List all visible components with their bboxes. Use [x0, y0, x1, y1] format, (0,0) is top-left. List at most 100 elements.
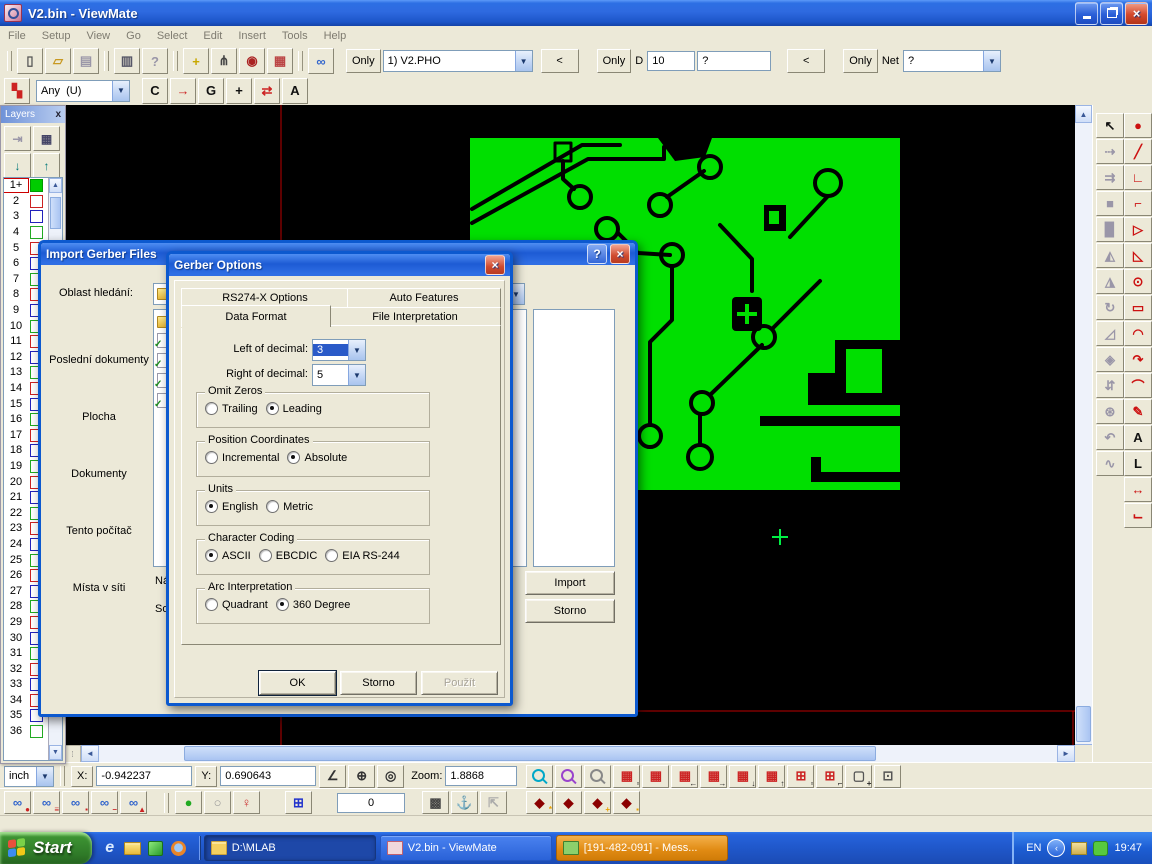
- place-recent-documents[interactable]: Poslední dokumenty: [49, 318, 149, 366]
- radio-option[interactable]: Absolute: [287, 451, 347, 464]
- restore-button[interactable]: [1100, 2, 1123, 25]
- radio-option[interactable]: EIA RS-244: [325, 549, 399, 562]
- layer-color-swatch[interactable]: [30, 725, 43, 738]
- draw-circle-icon[interactable]: ⊙: [1124, 269, 1152, 294]
- radio-icon[interactable]: [266, 500, 279, 513]
- layer-color-swatch[interactable]: [30, 179, 43, 192]
- highlight-on-button[interactable]: ●: [175, 791, 202, 814]
- gerber-dialog-titlebar[interactable]: Gerber Options ×: [169, 254, 510, 276]
- draw-rect-icon[interactable]: ▭: [1124, 295, 1152, 320]
- chevron-down-icon[interactable]: ▼: [983, 51, 1000, 71]
- radio-icon[interactable]: [287, 451, 300, 464]
- draw-line-icon[interactable]: ╱: [1124, 139, 1152, 164]
- apply-button[interactable]: Použít: [421, 671, 498, 695]
- pad-pattern-icon[interactable]: ▚: [4, 78, 30, 104]
- scroll-up-icon[interactable]: ▲: [49, 178, 62, 193]
- radio-option[interactable]: 360 Degree: [276, 598, 351, 611]
- view-lines-button[interactable]: ∞≡: [33, 791, 60, 814]
- move-item-icon[interactable]: ⇢: [1096, 139, 1124, 164]
- print-icon[interactable]: ▥: [114, 48, 140, 74]
- menu-item[interactable]: Insert: [230, 28, 274, 44]
- vscroll-thumb[interactable]: [1076, 706, 1091, 742]
- grid-table-button[interactable]: ⊞: [285, 791, 312, 814]
- zoom-grid-button[interactable]: [555, 765, 582, 788]
- radio-icon[interactable]: [205, 549, 218, 562]
- open-file-icon[interactable]: ▱: [45, 48, 71, 74]
- layer-color-swatch[interactable]: [30, 195, 43, 208]
- tab-data-format[interactable]: Data Format: [181, 305, 331, 327]
- mirror-v-icon[interactable]: ◮: [1096, 269, 1124, 294]
- zoom-in-button[interactable]: [526, 765, 553, 788]
- rotate-icon[interactable]: ↻: [1096, 295, 1124, 320]
- view-dcodes-button[interactable]: ∞●: [4, 791, 31, 814]
- scroll-left-icon[interactable]: ◄: [81, 745, 99, 762]
- save-icon[interactable]: ▤: [73, 48, 99, 74]
- ok-button[interactable]: OK: [259, 671, 336, 695]
- menu-item[interactable]: Go: [118, 28, 149, 44]
- curve-nodes-icon[interactable]: ∿: [1096, 451, 1124, 476]
- place-documents[interactable]: Dokumenty: [49, 432, 149, 480]
- probe-button[interactable]: ♀: [233, 791, 260, 814]
- menu-item[interactable]: View: [78, 28, 118, 44]
- draw-arrow-icon[interactable]: ▷: [1124, 217, 1152, 242]
- layers-panel-title[interactable]: Layers x: [1, 106, 65, 123]
- vertical-scrollbar[interactable]: ▲ ▼: [1075, 105, 1092, 762]
- stretch-button[interactable]: ⇱: [480, 791, 507, 814]
- menu-item[interactable]: Tools: [274, 28, 316, 44]
- radio-icon[interactable]: [259, 549, 272, 562]
- draw-polyline-icon[interactable]: ∟: [1124, 165, 1152, 190]
- layers-close-icon[interactable]: x: [55, 109, 61, 120]
- draw-curve-icon[interactable]: ↷: [1124, 347, 1152, 372]
- only-layer-button[interactable]: Only: [346, 49, 381, 73]
- close-button[interactable]: ×: [485, 255, 505, 275]
- task-messenger[interactable]: [191-482-091] - Mess...: [556, 835, 728, 861]
- radio-option[interactable]: Incremental: [205, 451, 279, 464]
- task-viewmate[interactable]: V2.bin - ViewMate: [380, 835, 552, 861]
- aperture-wizard-icon[interactable]: +: [183, 48, 209, 74]
- layer-color-swatch[interactable]: [30, 210, 43, 223]
- add-cross-button[interactable]: +: [226, 78, 252, 104]
- radio-icon[interactable]: [325, 549, 338, 562]
- only-net-button[interactable]: Only: [843, 49, 878, 73]
- only-dcode-button[interactable]: Only: [597, 49, 632, 73]
- start-button[interactable]: Start: [0, 832, 92, 864]
- import-button[interactable]: Import: [525, 571, 615, 595]
- radio-icon[interactable]: [276, 598, 289, 611]
- pan-right-button[interactable]: ▦→: [700, 765, 727, 788]
- radio-option[interactable]: English: [205, 500, 258, 513]
- view-traces-button[interactable]: ∞–: [91, 791, 118, 814]
- radio-icon[interactable]: [205, 451, 218, 464]
- tray-app-icon[interactable]: [1093, 841, 1108, 856]
- pad-scratch-button[interactable]: ◆+: [584, 791, 611, 814]
- anchor-button[interactable]: ⚓: [451, 791, 478, 814]
- language-indicator[interactable]: EN: [1026, 842, 1041, 854]
- net-select[interactable]: ? ▼: [903, 50, 1001, 72]
- hscroll-thumb[interactable]: [184, 746, 876, 761]
- radio-option[interactable]: Metric: [266, 500, 313, 513]
- quick-launch-help[interactable]: [146, 838, 166, 858]
- step-repeat-icon[interactable]: ⇵: [1096, 373, 1124, 398]
- flash-pad-button[interactable]: ◆*: [526, 791, 553, 814]
- dcode-filter-input[interactable]: ?: [697, 51, 771, 71]
- title-bar[interactable]: V2.bin - ViewMate ×: [0, 0, 1152, 26]
- left-of-decimal-select[interactable]: 3 ▼: [312, 339, 366, 361]
- select-pads-button[interactable]: ⊡: [874, 765, 901, 788]
- view-fills-button[interactable]: ∞▲: [120, 791, 147, 814]
- draw-bezier-icon[interactable]: ⌒: [1124, 373, 1152, 398]
- menu-item[interactable]: File: [0, 28, 34, 44]
- radio-option[interactable]: ASCII: [205, 549, 251, 562]
- copy-item-icon[interactable]: ⇉: [1096, 165, 1124, 190]
- quick-launch-ie[interactable]: [100, 838, 120, 858]
- radio-icon[interactable]: [205, 598, 218, 611]
- tray-language-icon[interactable]: [1071, 842, 1087, 855]
- dcode-g-button[interactable]: G: [198, 78, 224, 104]
- pad-plain-button[interactable]: ◆: [555, 791, 582, 814]
- settings-gear-icon[interactable]: ⊛: [1096, 399, 1124, 424]
- undo-icon[interactable]: ↶: [1096, 425, 1124, 450]
- fill-rect-icon[interactable]: ■: [1096, 191, 1124, 216]
- highlight-off-button[interactable]: ○: [204, 791, 231, 814]
- dcode-c-button[interactable]: C: [142, 78, 168, 104]
- radio-option[interactable]: Leading: [266, 402, 322, 415]
- draw-dimension-icon[interactable]: ↔: [1124, 477, 1152, 502]
- tab-auto-features[interactable]: Auto Features: [347, 288, 501, 308]
